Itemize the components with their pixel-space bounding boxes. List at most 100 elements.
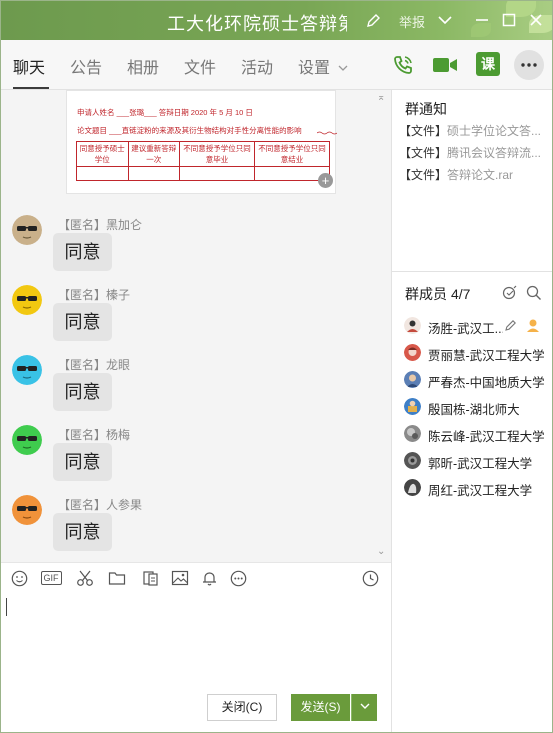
chevron-down-icon[interactable] [434, 9, 456, 31]
chevron-down-icon [360, 703, 369, 709]
zoom-in-icon[interactable]: + [318, 173, 333, 188]
member-item[interactable]: 汤胜-武汉工... [404, 316, 552, 336]
doc-options-table: 同意授予硕士学位 建议重新答辩一次 不同意授予学位只同意毕业 不同意授予学位只同… [76, 141, 330, 181]
tab-announcement[interactable]: 公告 [70, 54, 102, 78]
member-settings-icon[interactable] [502, 285, 518, 301]
avatar[interactable] [12, 425, 42, 455]
sender-name: 【匿名】杨梅 [58, 428, 131, 442]
avatar [404, 425, 421, 442]
notice-file-item[interactable]: 【文件】答辩论文.rar [399, 166, 549, 183]
doc-option-cell: 建议重新答辩一次 [127, 141, 181, 167]
members-count: 4/7 [451, 286, 471, 302]
bell-icon[interactable] [200, 569, 218, 587]
avatar[interactable] [12, 355, 42, 385]
maximize-icon[interactable] [498, 9, 520, 31]
message-bubble[interactable]: 同意 [53, 233, 112, 271]
doc-option-cell: 不同意授予学位只同意毕业 [179, 141, 255, 167]
text-cursor [6, 598, 7, 616]
tab-settings[interactable]: 设置 [298, 54, 348, 78]
member-item[interactable]: 严春杰-中国地质大学 [404, 370, 552, 390]
scissors-icon[interactable] [76, 569, 94, 587]
group-chat-window: 工大化环院硕士答辩第... 举报 聊天 公告 相册 文件 活动 设置 [0, 0, 553, 733]
search-icon[interactable] [526, 285, 542, 301]
gif-label: GIF [40, 571, 62, 585]
member-item[interactable]: 郭昕-武汉工程大学 [404, 451, 552, 471]
tab-album[interactable]: 相册 [127, 54, 159, 78]
video-call-icon[interactable] [432, 52, 458, 78]
doc-applicant-line: 申请人姓名 ___张璐___ 答辩日期 2020 年 5 月 10 日 [77, 108, 253, 117]
send-options-dropdown[interactable] [351, 694, 377, 721]
avatar[interactable] [12, 215, 42, 245]
member-name: 严春杰-中国地质大学 [428, 376, 545, 390]
history-icon[interactable] [361, 569, 379, 587]
message-bubble[interactable]: 同意 [53, 373, 112, 411]
chat-message: 【匿名】人参果 同意 [1, 495, 391, 562]
panel-divider [392, 271, 552, 272]
gif-icon[interactable]: GIF [39, 569, 63, 587]
folder-icon[interactable] [108, 569, 126, 587]
member-name: 贾丽慧-武汉工程大学 [428, 349, 545, 363]
notice-file-item[interactable]: 【文件】硕士学位论文答... [399, 122, 549, 139]
tab-files[interactable]: 文件 [184, 54, 216, 78]
message-bubble[interactable]: 同意 [53, 513, 112, 551]
message-bubble[interactable]: 同意 [53, 303, 112, 341]
close-button[interactable]: 关闭(C) [207, 694, 277, 721]
message-input[interactable]: 关闭(C) 发送(S) [1, 592, 391, 732]
edit-title-icon[interactable] [362, 9, 384, 31]
window-title: 工大化环院硕士答辩第... [167, 14, 347, 34]
edit-icon[interactable] [504, 319, 517, 332]
add-friend-icon[interactable] [525, 317, 541, 333]
minimize-icon[interactable] [471, 9, 493, 31]
avatar [404, 398, 421, 415]
member-item[interactable]: 周红-武汉工程大学 [404, 478, 552, 498]
report-link[interactable]: 举报 [399, 12, 425, 31]
chat-message: 【匿名】杨梅 同意 [1, 425, 391, 495]
file-tag: 【文件】 [399, 124, 448, 138]
tab-settings-label: 设置 [298, 60, 331, 77]
tab-chat[interactable]: 聊天 [13, 54, 45, 78]
chat-message: 【匿名】黑加仑 同意 [1, 215, 391, 285]
avatar [404, 452, 421, 469]
doc-icon[interactable] [141, 569, 159, 587]
tab-activity[interactable]: 活动 [241, 54, 273, 78]
lesson-button[interactable]: 课 [476, 52, 500, 76]
message-bubble[interactable]: 同意 [53, 443, 112, 481]
close-icon[interactable] [525, 9, 547, 31]
file-name[interactable]: 硕士学位论文答... [447, 124, 541, 138]
member-name: 周红-武汉工程大学 [428, 484, 533, 498]
member-name: 汤胜-武汉工... [428, 322, 503, 336]
sender-name: 【匿名】龙眼 [58, 358, 131, 372]
avatar[interactable] [12, 285, 42, 315]
input-toolbar: GIF [1, 562, 391, 592]
tab-bar: 聊天 公告 相册 文件 活动 设置 课 [1, 40, 552, 90]
members-title: 群成员 4/7 [405, 284, 470, 304]
chat-message-area[interactable]: 申请人姓名 ___张璐___ 答辩日期 2020 年 5 月 10 日 论文题目… [1, 90, 391, 562]
expand-arrow-icon[interactable]: ⌄ [377, 546, 385, 557]
notice-title: 群通知 [405, 101, 447, 117]
file-name[interactable]: 答辩论文.rar [447, 168, 513, 182]
member-item[interactable]: 陈云峰-武汉工程大学 [404, 424, 552, 444]
file-tag: 【文件】 [399, 146, 448, 160]
active-tab-indicator [13, 87, 49, 89]
member-name: 陈云峰-武汉工程大学 [428, 430, 545, 444]
collapse-arrow-icon[interactable]: ⌅ [377, 92, 385, 103]
member-item[interactable]: 殷国栋-湖北师大 [404, 397, 552, 417]
image-icon[interactable] [171, 569, 189, 587]
title-bar: 工大化环院硕士答辩第... 举报 [1, 1, 552, 40]
file-name[interactable]: 腾讯会议答辩流... [447, 146, 541, 160]
chat-message: 【匿名】龙眼 同意 [1, 355, 391, 425]
more-icon[interactable] [229, 569, 247, 587]
members-label: 群成员 [405, 286, 447, 302]
squiggle-underline [317, 131, 337, 135]
doc-empty-cell [127, 166, 181, 181]
member-item[interactable]: 贾丽慧-武汉工程大学 [404, 343, 552, 363]
document-image-message[interactable]: 申请人姓名 ___张璐___ 答辩日期 2020 年 5 月 10 日 论文题目… [66, 90, 337, 194]
send-button[interactable]: 发送(S) [291, 694, 350, 721]
member-name: 殷国栋-湖北师大 [428, 403, 520, 417]
emoji-icon[interactable] [10, 569, 28, 587]
more-options-icon[interactable] [514, 50, 544, 80]
notice-file-item[interactable]: 【文件】腾讯会议答辩流... [399, 144, 549, 161]
sender-name: 【匿名】榛子 [58, 288, 131, 302]
voice-call-icon[interactable] [390, 52, 416, 78]
avatar[interactable] [12, 495, 42, 525]
